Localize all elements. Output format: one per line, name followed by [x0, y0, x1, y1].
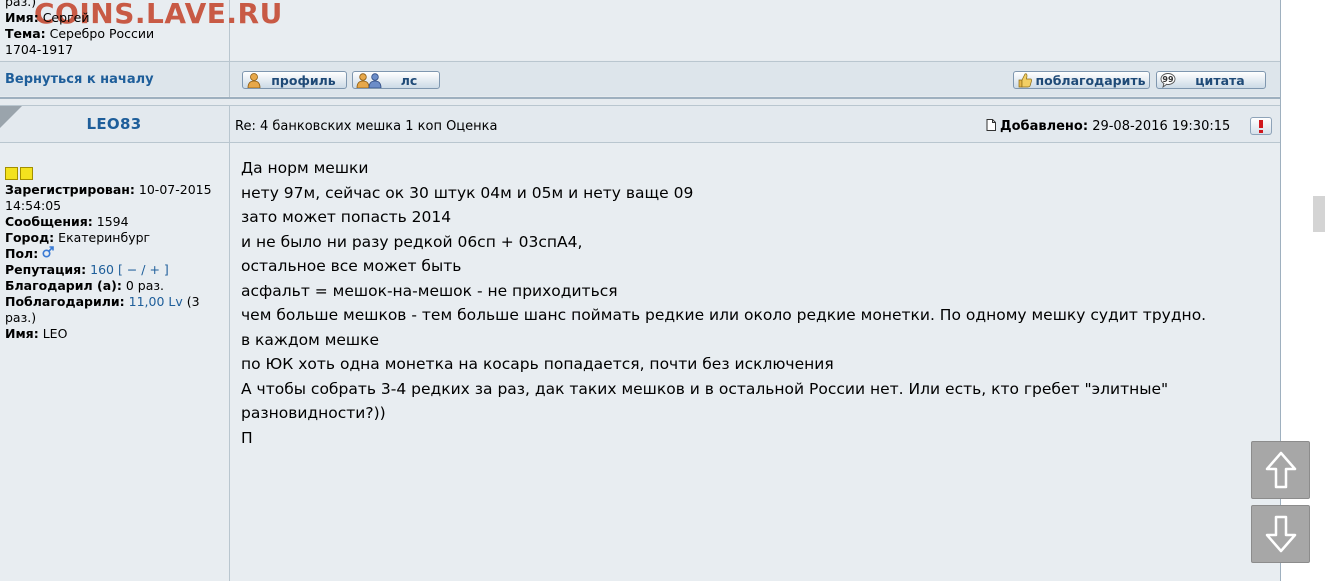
rank-star-icon: [5, 167, 18, 180]
message-line: Да норм мешки: [241, 159, 369, 177]
scroll-up-button[interactable]: [1251, 441, 1310, 499]
gender-label: Пол:: [5, 246, 39, 261]
profile-button-label: профиль: [271, 72, 336, 88]
post-subject: Re: 4 банковских мешка 1 коп Оценка: [235, 119, 498, 134]
message-line: чем больше мешков - тем больше шанс пойм…: [241, 306, 1207, 324]
arrow-up-icon: [1265, 451, 1296, 489]
added-label: Добавлено:: [1000, 119, 1089, 134]
document-icon[interactable]: [986, 119, 996, 131]
page-scrollbar-thumb[interactable]: [1313, 196, 1325, 232]
divider: [0, 61, 1281, 62]
name-value: LEO: [42, 326, 68, 341]
message-line: зато может попасть 2014: [241, 208, 452, 226]
message-line: П: [241, 428, 253, 447]
city-label: Город:: [5, 230, 55, 245]
reputation-value[interactable]: 160: [90, 262, 114, 277]
city-value: Екатеринбург: [58, 230, 151, 245]
exclamation-icon: [1259, 120, 1263, 133]
added-value: 29-08-2016 19:30:15: [1092, 119, 1231, 134]
thanked-label: Благодарил (а):: [5, 278, 122, 293]
message-line: асфальт = мешок-на-мешок - не приходитьс…: [241, 281, 618, 300]
post-message: Да норм мешки нету 97м, сейчас ок 30 шту…: [241, 156, 1246, 450]
got-thanks-suffix: раз.): [5, 310, 37, 325]
prev-name-value: Сергей: [42, 10, 90, 25]
male-icon: [42, 246, 54, 258]
messages-value: 1594: [96, 214, 129, 229]
back-to-top-link[interactable]: Вернуться к началу: [5, 72, 154, 87]
message-line: остальное все может быть: [241, 257, 462, 275]
users-pm-icon: [356, 73, 382, 88]
got-thanks-count: (3: [186, 294, 200, 309]
user-icon: [247, 73, 261, 88]
message-line: и не было ни разу редкой 06сп + 03спА4,: [241, 232, 583, 251]
registered-label: Зарегистрирован:: [5, 182, 135, 197]
divider: [0, 105, 1281, 106]
message-line: по ЮК хоть одна монетка на косарь попада…: [241, 355, 834, 373]
prev-topic-value: Серебро России: [49, 26, 155, 41]
message-line: нету 97м, сейчас ок 30 штук 04м и 05м и …: [241, 183, 694, 202]
reputation-label: Репутация:: [5, 262, 87, 277]
user-info: Зарегистрирован: 10-07-2015 14:54:05 Соо…: [5, 182, 225, 342]
message-line: А чтобы собрать 3-4 редких за раз, дак т…: [241, 379, 1169, 398]
scroll-down-button[interactable]: [1251, 505, 1310, 563]
name-label: Имя:: [5, 326, 39, 341]
prev-user-info: раз.) Имя: Сергей Тема: Серебро России 1…: [5, 0, 225, 58]
post-added: Добавлено: 29-08-2016 19:30:15: [986, 119, 1230, 134]
arrow-down-icon: [1265, 515, 1296, 553]
got-thanks-value[interactable]: 11,00 Lv: [129, 294, 183, 309]
message-line: разновидности?)): [241, 404, 386, 422]
divider: [229, 105, 230, 581]
reputation-controls[interactable]: [ − / + ]: [118, 262, 169, 277]
got-thanks-label: Поблагодарили:: [5, 294, 125, 309]
profile-button[interactable]: профиль: [242, 71, 347, 89]
divider: [0, 142, 1281, 143]
thank-button[interactable]: поблагодарить: [1013, 71, 1150, 89]
rank-star-icon: [20, 167, 33, 180]
quote-button-label: цитата: [1195, 72, 1245, 88]
messages-label: Сообщения:: [5, 214, 93, 229]
quote-button[interactable]: 99 цитата: [1156, 71, 1266, 89]
divider: [0, 97, 1281, 99]
prev-times-suffix: раз.): [5, 0, 37, 9]
report-button[interactable]: [1250, 117, 1272, 135]
prev-topic-value-2: 1704-1917: [5, 42, 74, 57]
registered-value: 10-07-2015: [138, 182, 212, 197]
quote-bubble-icon: 99: [1160, 73, 1176, 88]
prev-name-label: Имя:: [5, 10, 39, 25]
message-line: в каждом мешке: [241, 330, 380, 349]
svg-text:99: 99: [1162, 75, 1174, 84]
pm-button-label: лс: [400, 72, 418, 88]
thanked-value: 0 раз.: [125, 278, 164, 293]
thumbs-up-icon: [1018, 73, 1033, 88]
thank-button-label: поблагодарить: [1035, 72, 1146, 88]
pm-button[interactable]: лс: [352, 71, 440, 89]
registered-time: 14:54:05: [5, 198, 62, 213]
post-author[interactable]: LEO83: [0, 115, 228, 133]
prev-topic-label: Тема:: [5, 26, 46, 41]
